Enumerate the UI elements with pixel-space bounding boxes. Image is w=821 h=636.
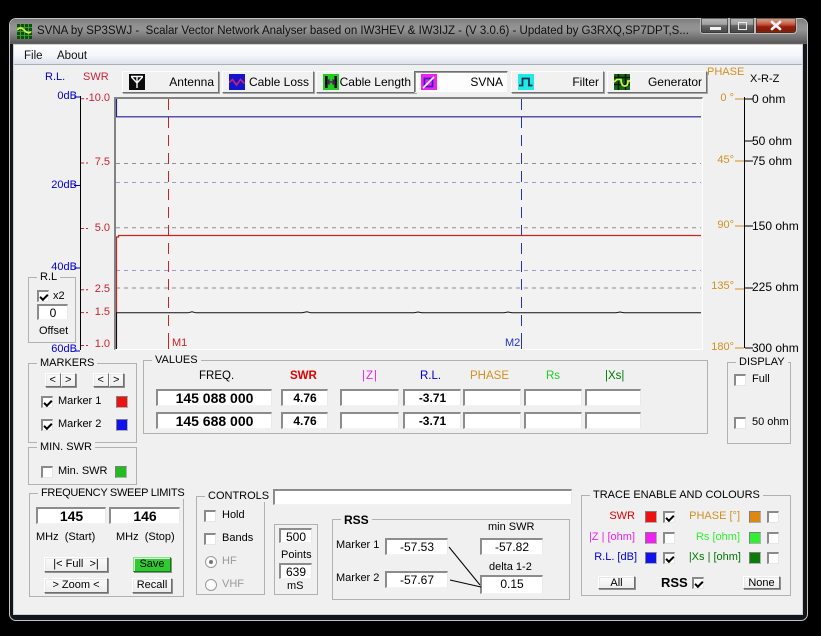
svg-text:M1: M1 [172, 337, 187, 349]
svg-text:M2: M2 [505, 337, 520, 349]
